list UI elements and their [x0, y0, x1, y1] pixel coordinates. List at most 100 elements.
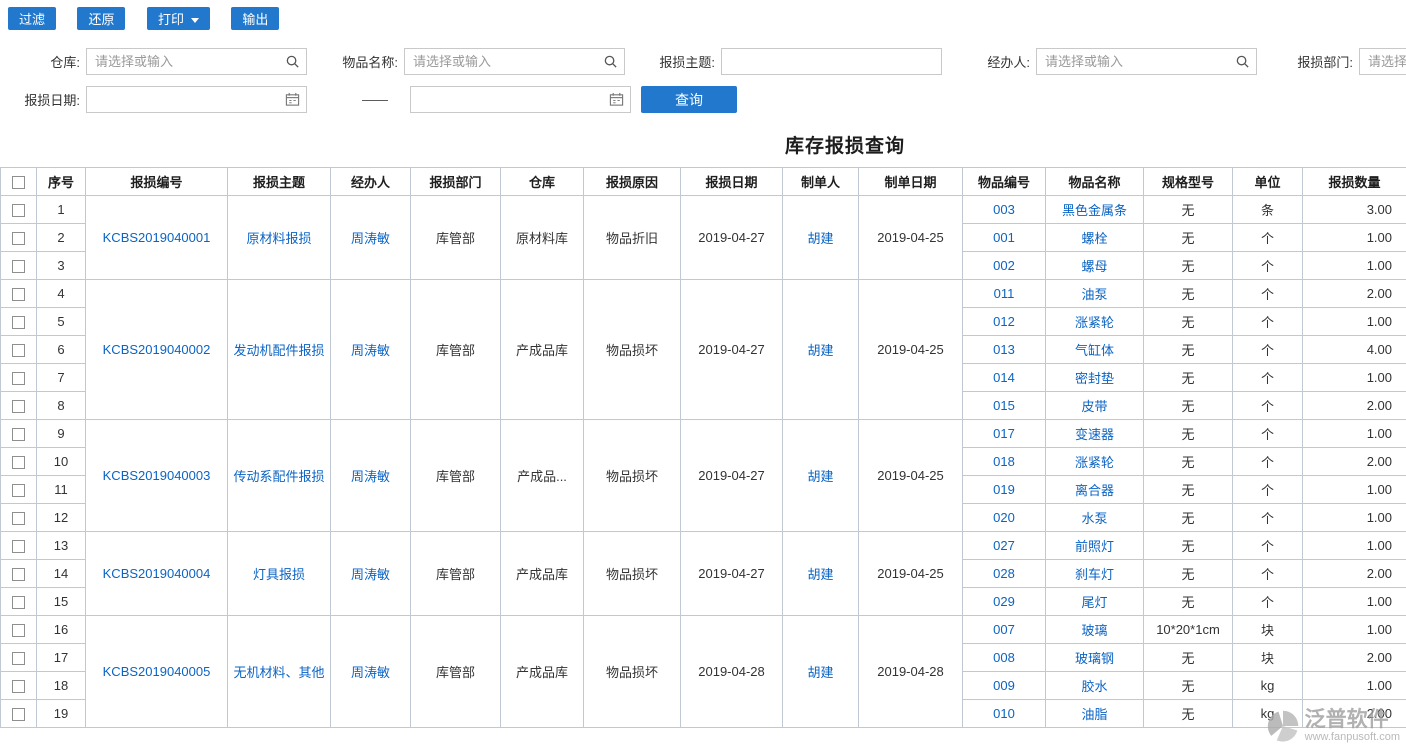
- row-checkbox[interactable]: [12, 540, 25, 553]
- department-cell: 库管部: [411, 280, 501, 420]
- handler-cell[interactable]: 周涛敏: [331, 420, 411, 532]
- filter-button[interactable]: 过滤: [8, 7, 56, 30]
- item-name-cell[interactable]: 油脂: [1046, 700, 1144, 728]
- item-name-cell[interactable]: 尾灯: [1046, 588, 1144, 616]
- handler-filter-input[interactable]: [1036, 48, 1257, 75]
- spec-cell: 无: [1144, 420, 1233, 448]
- row-checkbox[interactable]: [12, 428, 25, 441]
- subject-cell[interactable]: 无机材料、其他: [228, 616, 331, 728]
- item-name-cell[interactable]: 水泵: [1046, 504, 1144, 532]
- item-name-cell[interactable]: 离合器: [1046, 476, 1144, 504]
- item-name-cell[interactable]: 涨紧轮: [1046, 448, 1144, 476]
- item-no-cell[interactable]: 027: [963, 532, 1046, 560]
- search-icon[interactable]: [603, 54, 618, 69]
- report-no-cell[interactable]: KCBS2019040002: [86, 280, 228, 420]
- row-checkbox[interactable]: [12, 680, 25, 693]
- item-no-cell[interactable]: 003: [963, 196, 1046, 224]
- export-button[interactable]: 输出: [231, 7, 279, 30]
- creator-cell[interactable]: 胡建: [783, 532, 859, 616]
- handler-cell[interactable]: 周涛敏: [331, 532, 411, 616]
- item-no-cell[interactable]: 002: [963, 252, 1046, 280]
- subject-filter-input[interactable]: [721, 48, 942, 75]
- row-checkbox[interactable]: [12, 316, 25, 329]
- search-icon[interactable]: [1235, 54, 1250, 69]
- row-checkbox[interactable]: [12, 204, 25, 217]
- col-header-create-date: 制单日期: [859, 168, 963, 196]
- report-no-cell[interactable]: KCBS2019040004: [86, 532, 228, 616]
- report-no-cell[interactable]: KCBS2019040005: [86, 616, 228, 728]
- spec-cell: 无: [1144, 280, 1233, 308]
- item-name-cell[interactable]: 玻璃钢: [1046, 644, 1144, 672]
- row-checkbox[interactable]: [12, 568, 25, 581]
- item-no-cell[interactable]: 019: [963, 476, 1046, 504]
- report-no-cell[interactable]: KCBS2019040001: [86, 196, 228, 280]
- department-filter-input[interactable]: [1359, 48, 1406, 75]
- row-checkbox[interactable]: [12, 456, 25, 469]
- item-no-cell[interactable]: 029: [963, 588, 1046, 616]
- item-name-cell[interactable]: 胶水: [1046, 672, 1144, 700]
- item-no-cell[interactable]: 001: [963, 224, 1046, 252]
- row-checkbox[interactable]: [12, 624, 25, 637]
- item-name-cell[interactable]: 变速器: [1046, 420, 1144, 448]
- checkbox-cell: [1, 504, 37, 532]
- item-name-cell[interactable]: 气缸体: [1046, 336, 1144, 364]
- row-checkbox[interactable]: [12, 400, 25, 413]
- date-to-input[interactable]: [410, 86, 631, 113]
- row-checkbox[interactable]: [12, 260, 25, 273]
- item-no-cell[interactable]: 028: [963, 560, 1046, 588]
- item-no-cell[interactable]: 018: [963, 448, 1046, 476]
- creator-cell[interactable]: 胡建: [783, 196, 859, 280]
- restore-button[interactable]: 还原: [77, 7, 125, 30]
- item-name-cell[interactable]: 皮带: [1046, 392, 1144, 420]
- item-name-cell[interactable]: 涨紧轮: [1046, 308, 1144, 336]
- item-no-cell[interactable]: 011: [963, 280, 1046, 308]
- row-checkbox[interactable]: [12, 596, 25, 609]
- subject-cell[interactable]: 传动系配件报损: [228, 420, 331, 532]
- item-no-cell[interactable]: 009: [963, 672, 1046, 700]
- calendar-icon[interactable]: [285, 92, 300, 107]
- item-name-cell[interactable]: 油泵: [1046, 280, 1144, 308]
- item-name-cell[interactable]: 螺母: [1046, 252, 1144, 280]
- report-no-cell[interactable]: KCBS2019040003: [86, 420, 228, 532]
- row-checkbox[interactable]: [12, 372, 25, 385]
- item-name-cell[interactable]: 密封垫: [1046, 364, 1144, 392]
- row-checkbox[interactable]: [12, 484, 25, 497]
- row-checkbox[interactable]: [12, 708, 25, 721]
- handler-cell[interactable]: 周涛敏: [331, 196, 411, 280]
- item-name-cell[interactable]: 前照灯: [1046, 532, 1144, 560]
- creator-cell[interactable]: 胡建: [783, 420, 859, 532]
- item-no-cell[interactable]: 015: [963, 392, 1046, 420]
- item-no-cell[interactable]: 020: [963, 504, 1046, 532]
- query-button[interactable]: 查询: [641, 86, 737, 113]
- calendar-icon[interactable]: [609, 92, 624, 107]
- subject-cell[interactable]: 发动机配件报损: [228, 280, 331, 420]
- subject-cell[interactable]: 灯具报损: [228, 532, 331, 616]
- select-all-checkbox[interactable]: [12, 176, 25, 189]
- item-name-cell[interactable]: 黑色金属条: [1046, 196, 1144, 224]
- item-no-cell[interactable]: 012: [963, 308, 1046, 336]
- row-checkbox[interactable]: [12, 344, 25, 357]
- item-no-cell[interactable]: 014: [963, 364, 1046, 392]
- date-from-input[interactable]: [86, 86, 307, 113]
- creator-cell[interactable]: 胡建: [783, 280, 859, 420]
- handler-cell[interactable]: 周涛敏: [331, 616, 411, 728]
- item-name-cell[interactable]: 螺栓: [1046, 224, 1144, 252]
- row-checkbox[interactable]: [12, 512, 25, 525]
- handler-cell[interactable]: 周涛敏: [331, 280, 411, 420]
- item-name-filter-input[interactable]: [404, 48, 625, 75]
- item-name-cell[interactable]: 玻璃: [1046, 616, 1144, 644]
- creator-cell[interactable]: 胡建: [783, 616, 859, 728]
- item-no-cell[interactable]: 007: [963, 616, 1046, 644]
- item-no-cell[interactable]: 013: [963, 336, 1046, 364]
- warehouse-filter-input[interactable]: [86, 48, 307, 75]
- item-no-cell[interactable]: 017: [963, 420, 1046, 448]
- row-checkbox[interactable]: [12, 652, 25, 665]
- item-name-cell[interactable]: 刹车灯: [1046, 560, 1144, 588]
- search-icon[interactable]: [285, 54, 300, 69]
- row-checkbox[interactable]: [12, 288, 25, 301]
- item-no-cell[interactable]: 010: [963, 700, 1046, 728]
- subject-cell[interactable]: 原材料报损: [228, 196, 331, 280]
- print-button[interactable]: 打印: [147, 7, 210, 30]
- item-no-cell[interactable]: 008: [963, 644, 1046, 672]
- row-checkbox[interactable]: [12, 232, 25, 245]
